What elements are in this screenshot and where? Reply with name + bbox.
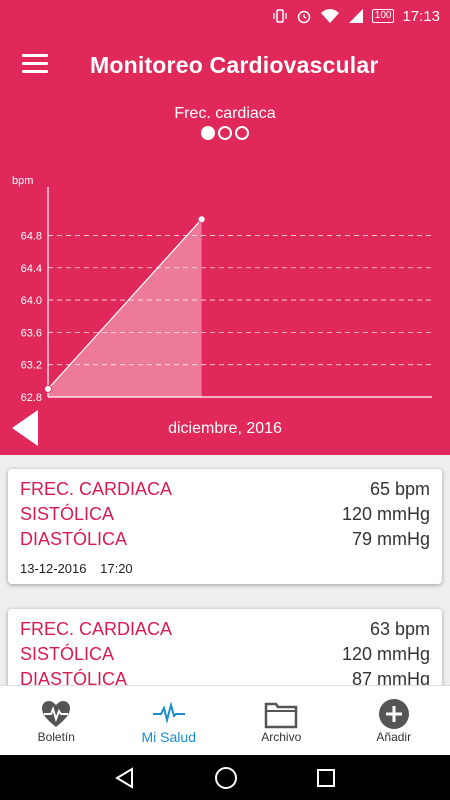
record-date: 13-12-2016 (20, 561, 87, 576)
nav-item-mi-salud[interactable]: Mi Salud (113, 686, 226, 755)
heart-rate-chart: 62.863.263.664.064.464.8bpm2468101214161… (12, 175, 432, 402)
home-icon[interactable] (214, 766, 238, 790)
record-row: FREC. CARDIACA 63 bpm (20, 617, 430, 642)
hamburger-menu-icon[interactable] (22, 54, 48, 76)
record-value: 65 bpm (369, 479, 430, 499)
nav-item-archivo[interactable]: Archivo (225, 686, 338, 755)
nav-item-anadir[interactable]: Añadir (338, 686, 450, 755)
chart-title: Frec. cardiaca (174, 105, 276, 122)
record-value: 63 bpm (369, 619, 430, 639)
record-label: DIASTÓLICA (20, 669, 128, 685)
add-circle-icon (378, 698, 410, 730)
data-point (197, 215, 206, 224)
wifi-icon (320, 8, 340, 24)
records-list: FREC. CARDIACA 65 bpm SISTÓLICA 120 mmHg… (0, 455, 450, 685)
record-value: 87 mmHg (351, 669, 430, 685)
record-meta: 13-12-2016 17:20 (20, 561, 430, 576)
status-time: 17:13 (402, 7, 440, 25)
record-row: DIASTÓLICA 79 mmHg (20, 527, 430, 552)
month-label: diciembre, 2016 (168, 420, 282, 437)
data-point (44, 385, 52, 393)
area-fill (48, 219, 202, 397)
record-card[interactable]: FREC. CARDIACA 63 bpm SISTÓLICA 120 mmHg… (8, 609, 442, 685)
chart-header: Monitoreo Cardiovascular Frec. cardiaca … (0, 32, 450, 455)
record-row: SISTÓLICA 120 mmHg (20, 642, 430, 667)
record-card[interactable]: FREC. CARDIACA 65 bpm SISTÓLICA 120 mmHg… (8, 469, 442, 584)
bottom-nav: Boletín Mi Salud Archivo Añadir (0, 685, 450, 755)
nav-item-boletin[interactable]: Boletín (0, 686, 113, 755)
page-title: Monitoreo Cardiovascular (90, 52, 379, 78)
vibrate-icon (272, 8, 288, 24)
signal-icon (348, 8, 364, 24)
y-tick-label: 63.6 (21, 327, 42, 339)
record-label: SISTÓLICA (20, 644, 115, 664)
record-label: DIASTÓLICA (20, 529, 128, 549)
record-row: SISTÓLICA 120 mmHg (20, 502, 430, 527)
y-tick-label: 64.0 (21, 295, 42, 307)
record-time: 17:20 (100, 561, 133, 576)
record-label: FREC. CARDIACA (20, 619, 173, 639)
heart-pulse-icon (40, 698, 72, 730)
nav-label: Archivo (261, 729, 302, 744)
nav-label: Mi Salud (141, 728, 196, 745)
y-tick-label: 62.8 (21, 392, 42, 402)
y-tick-label: 63.2 (21, 360, 42, 372)
y-axis-label: bpm (12, 175, 33, 187)
battery-icon: 100 (371, 9, 395, 23)
record-label: FREC. CARDIACA (20, 479, 173, 499)
record-row: DIASTÓLICA 87 mmHg (20, 667, 430, 685)
y-tick-label: 64.8 (21, 230, 42, 242)
folder-icon (264, 698, 298, 730)
record-value: 120 mmHg (341, 504, 430, 524)
record-row: FREC. CARDIACA 65 bpm (20, 477, 430, 502)
nav-label: Añadir (376, 729, 412, 744)
pulse-line-icon (152, 697, 186, 729)
back-icon[interactable] (114, 766, 136, 789)
y-tick-label: 64.4 (21, 263, 42, 275)
record-label: SISTÓLICA (20, 504, 115, 524)
nav-label: Boletín (37, 729, 75, 744)
recents-icon[interactable] (316, 768, 336, 788)
system-nav-bar (0, 755, 450, 800)
alarm-icon (296, 8, 312, 24)
record-value: 79 mmHg (351, 529, 430, 549)
record-value: 120 mmHg (341, 644, 430, 664)
status-bar: 100 17:13 (0, 0, 450, 32)
